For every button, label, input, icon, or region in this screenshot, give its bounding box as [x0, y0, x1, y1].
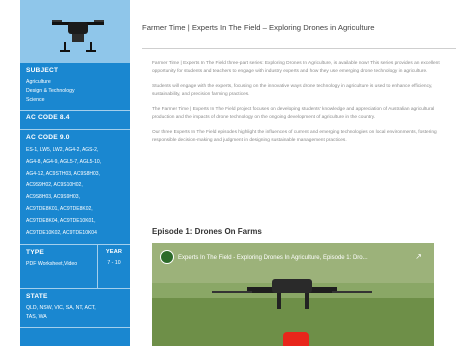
paragraph: Students will engage with the experts, f…	[152, 84, 433, 97]
year-value: 7 - 10	[107, 260, 121, 267]
type-block: TYPE PDF Worksheet,Video	[20, 245, 98, 289]
ac-code-line: AC9TDE8K04, AC9TDE10K01,	[26, 217, 96, 224]
year-block: YEAR 7 - 10	[98, 245, 130, 288]
ac90-heading: AC CODE 9.0	[26, 134, 70, 141]
ac-code-line: AC9S8H03, AC9S9H03,	[26, 194, 80, 201]
divider	[142, 48, 456, 49]
drone-image	[20, 0, 130, 63]
play-icon[interactable]	[283, 332, 309, 346]
page-title: Farmer Time | Experts In The Field – Exp…	[142, 23, 375, 32]
drone-icon	[52, 20, 104, 52]
main-content: Farmer Time | Experts In The Field – Exp…	[142, 0, 462, 346]
subject-item: Science	[26, 97, 45, 103]
state-line: TAS, WA	[26, 314, 47, 321]
subject-item: Design & Technology	[26, 88, 75, 94]
state-heading: STATE	[26, 293, 48, 301]
ac84-block: AC CODE 8.4	[20, 111, 130, 130]
ac-code-line: AG4-8, AG4-9, AGL5-7, AGL5-10,	[26, 158, 102, 165]
ac-code-line: AG4-12, AC9STH03, AC9S8H03,	[26, 170, 100, 177]
sidebar: SUBJECT Agriculture Design & Technology …	[20, 0, 130, 346]
description: Farmer Time | Experts In The Field three…	[152, 60, 454, 152]
type-value: PDF Worksheet,Video	[26, 261, 78, 268]
paragraph: Farmer Time | Experts In The Field three…	[152, 61, 440, 74]
subject-item: Agriculture	[26, 79, 51, 85]
subject-heading: SUBJECT	[26, 67, 59, 74]
ac84-heading: AC CODE 8.4	[26, 114, 70, 121]
state-block: STATE QLD, NSW, VIC, SA, NT, ACT, TAS, W…	[20, 289, 130, 329]
ac-code-line: AC9TDE10K02, AC9TDE10K04	[26, 229, 97, 236]
episode-heading: Episode 1: Drones On Farms	[152, 227, 262, 236]
subject-block: SUBJECT Agriculture Design & Technology …	[20, 63, 130, 111]
ac-code-line: AC9TDE8K01, AC9TDE8K02,	[26, 205, 93, 212]
ac-code-line: AC9S9H02, AC9S10H02,	[26, 182, 83, 189]
year-heading: YEAR	[105, 249, 123, 256]
paragraph: Our three Experts In The Field episodes …	[152, 130, 437, 143]
ac-code-line: ES-1, LW5, LW2, AG4-2, AGS-2,	[26, 147, 99, 153]
type-heading: TYPE	[26, 249, 45, 257]
channel-logo[interactable]	[160, 250, 174, 264]
state-line: QLD, NSW, VIC, SA, NT, ACT,	[26, 305, 96, 312]
video-player[interactable]: Experts In The Field - Exploring Drones …	[152, 243, 434, 346]
share-icon[interactable]: ↗	[415, 252, 422, 261]
ac90-block: AC CODE 9.0 ES-1, LW5, LW2, AG4-2, AGS-2…	[20, 130, 130, 246]
video-title[interactable]: Experts In The Field - Exploring Drones …	[178, 255, 368, 261]
paragraph: The Farmer Time | Experts In The Field p…	[152, 107, 435, 120]
type-year-row: TYPE PDF Worksheet,Video YEAR 7 - 10	[20, 245, 130, 290]
